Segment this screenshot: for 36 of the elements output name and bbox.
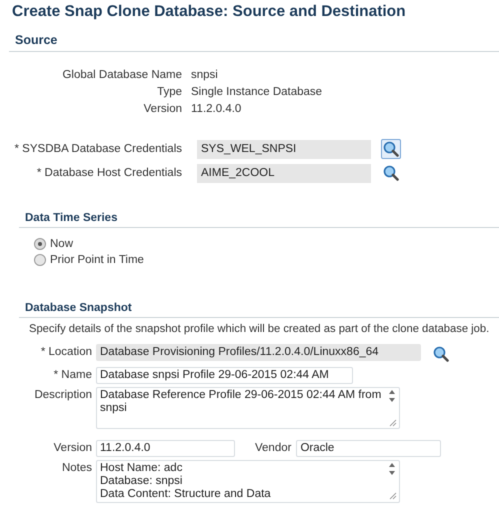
field-value: snpsi [191,68,218,80]
search-button[interactable] [381,163,401,183]
field-label: Notes [60,461,92,476]
radio-button[interactable] [34,238,46,250]
field-label: Global Database Name [61,68,182,80]
scrollbar-drawing[interactable] [387,461,397,501]
field-value: 11.2.0.4.0 [191,102,242,114]
search-button[interactable] [381,139,401,159]
text-area[interactable]: Host Name: adc Database: snpsi Data Content: Structure and Data [96,460,400,503]
instruction-text: Specify details of the snapshot profile which will be created as part of the clone database job. [29,323,490,335]
field-label: Version [52,441,92,456]
text-field[interactable]: 11.2.0.4.0 [96,440,235,457]
text-field[interactable]: Database snpsi Profile 29-06-2015 02:44 AM [96,367,353,384]
field-label: Vendor [255,441,292,456]
radio-label: Prior Point in Time [50,254,144,266]
location-field[interactable]: Database Provisioning Profiles/11.2.0.4.0/Linuxx86_64 [96,344,421,361]
field-label: * Name [52,368,92,383]
credential-field[interactable]: AIME_2COOL [197,164,371,182]
text-area[interactable]: Database Reference Profile 29-06-2015 02:44 AM from snpsi [96,387,400,429]
section-heading: Source [9,33,499,52]
credential-field[interactable]: SYS_WEL_SNPSI [197,140,371,158]
scrollbar-drawing[interactable] [387,388,397,428]
field-label: Description [33,388,92,403]
radio-label: Now [50,238,74,250]
text-field[interactable]: Oracle [296,440,442,457]
section-heading: Database Snapshot [19,302,499,318]
field-label: * Location [40,345,92,360]
field-label: * Database Host Credentials [36,167,182,179]
section-heading: Data Time Series [19,212,499,228]
field-value: Single Instance Database [191,86,322,98]
field-label: Version [142,102,182,114]
radio-button[interactable] [34,254,46,266]
field-label: Type [156,86,182,98]
search-button[interactable] [431,344,451,364]
page-title: Create Snap Clone Database: Source and Destination [11,2,407,22]
field-label: * SYSDBA Database Credentials [14,143,182,155]
